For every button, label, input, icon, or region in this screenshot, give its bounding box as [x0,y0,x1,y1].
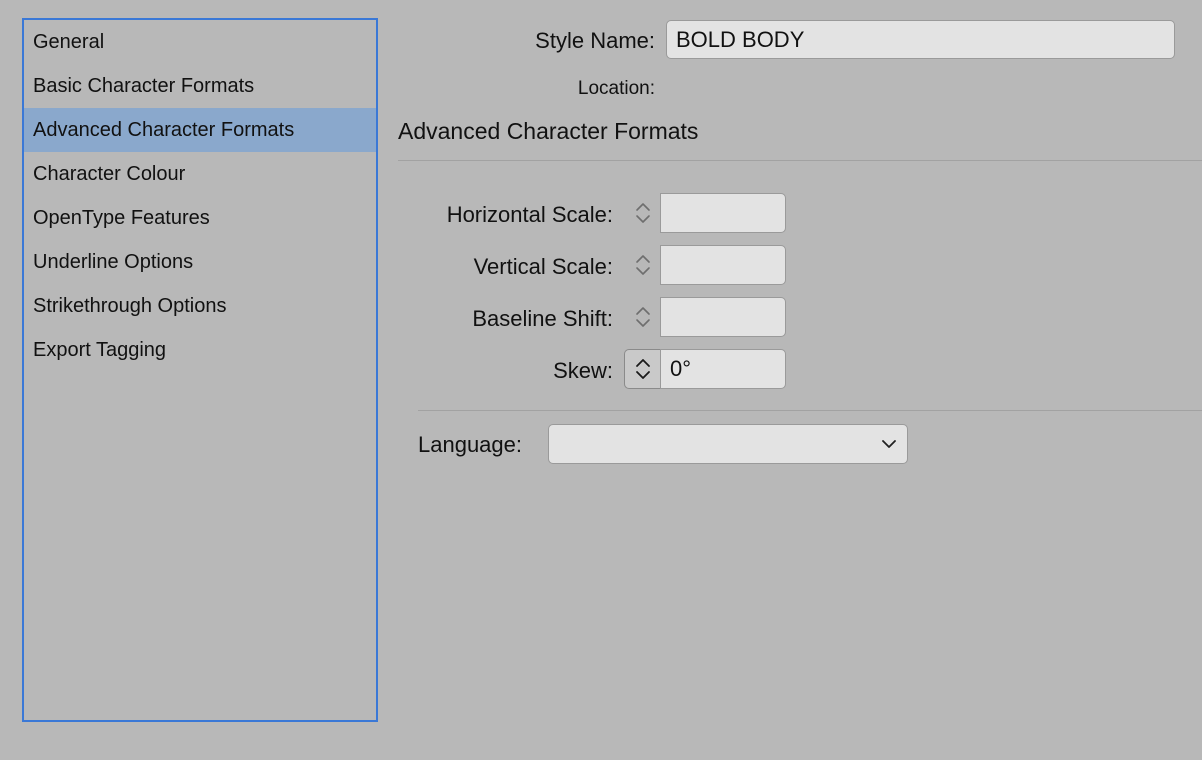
horizontal-scale-stepper[interactable] [624,193,661,233]
baseline-shift-input[interactable] [660,297,786,337]
section-title: Advanced Character Formats [398,118,699,144]
sidebar-item-character-colour[interactable]: Character Colour [24,152,376,196]
chevron-up-icon[interactable] [635,357,651,369]
language-divider [418,410,1202,411]
chevron-down-icon[interactable] [635,317,651,329]
chevron-up-icon[interactable] [635,253,651,265]
language-dropdown[interactable] [548,424,908,464]
chevron-up-icon[interactable] [635,305,651,317]
vertical-scale-label: Vertical Scale: [473,254,613,279]
style-name-label: Style Name: [535,28,655,53]
sidebar-item-basic-character-formats[interactable]: Basic Character Formats [24,64,376,108]
category-list[interactable]: General Basic Character Formats Advanced… [22,18,378,722]
horizontal-scale-label: Horizontal Scale: [446,202,613,227]
sidebar-item-advanced-character-formats[interactable]: Advanced Character Formats [24,108,376,152]
location-label: Location: [577,78,655,99]
language-label: Language: [418,432,522,457]
chevron-down-icon[interactable] [635,265,651,277]
sidebar-item-strikethrough-options[interactable]: Strikethrough Options [24,284,376,328]
baseline-shift-stepper[interactable] [624,297,661,337]
section-divider [398,160,1202,161]
chevron-down-icon [882,440,896,448]
skew-input[interactable] [660,349,786,389]
baseline-shift-label: Baseline Shift: [472,306,613,331]
chevron-up-icon[interactable] [635,201,651,213]
vertical-scale-input[interactable] [660,245,786,285]
sidebar-item-underline-options[interactable]: Underline Options [24,240,376,284]
sidebar-item-opentype-features[interactable]: OpenType Features [24,196,376,240]
vertical-scale-stepper[interactable] [624,245,661,285]
chevron-down-icon[interactable] [635,369,651,381]
chevron-down-icon[interactable] [635,213,651,225]
skew-stepper[interactable] [624,349,661,389]
character-style-options-dialog: General Basic Character Formats Advanced… [0,0,1202,760]
skew-label: Skew: [553,358,613,383]
sidebar-item-general[interactable]: General [24,20,376,64]
style-name-input[interactable] [666,20,1175,59]
horizontal-scale-input[interactable] [660,193,786,233]
sidebar-item-export-tagging[interactable]: Export Tagging [24,328,376,372]
